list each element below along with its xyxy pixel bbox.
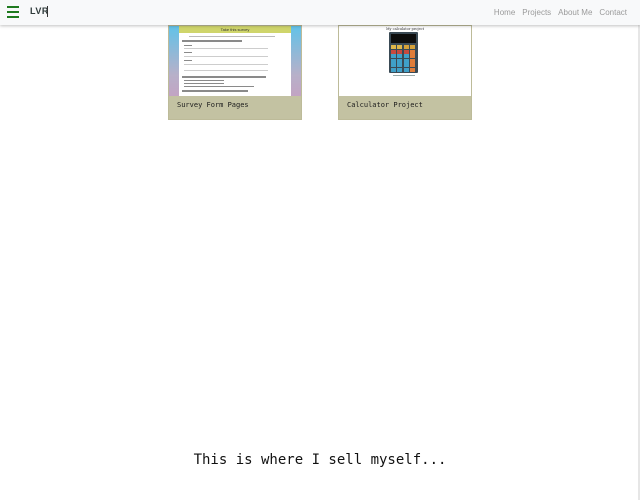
hamburger-menu-icon[interactable]: [7, 6, 19, 18]
nav-link-projects[interactable]: Projects: [522, 8, 551, 17]
project-card-calculator[interactable]: My calculator project Calculator Project: [338, 25, 472, 120]
tagline: This is where I sell myself...: [193, 452, 447, 468]
brand-divider: [47, 6, 48, 17]
nav-link-home[interactable]: Home: [494, 8, 515, 17]
nav-links: Home Projects About Me Contact: [494, 8, 627, 17]
project-title[interactable]: Survey Form Pages: [177, 101, 249, 109]
project-card-survey[interactable]: Take this survey Survey Form Pages: [168, 25, 302, 120]
calculator-thumbnail[interactable]: My calculator project: [339, 26, 471, 96]
survey-thumbnail-heading: Take this survey: [179, 26, 291, 33]
project-title[interactable]: Calculator Project: [347, 101, 423, 109]
calculator-thumbnail-heading: My calculator project: [385, 27, 425, 31]
nav-link-about-me[interactable]: About Me: [558, 8, 592, 17]
navbar: LVR Home Projects About Me Contact: [0, 0, 640, 25]
nav-link-contact[interactable]: Contact: [599, 8, 627, 17]
survey-thumbnail[interactable]: Take this survey: [169, 26, 301, 96]
